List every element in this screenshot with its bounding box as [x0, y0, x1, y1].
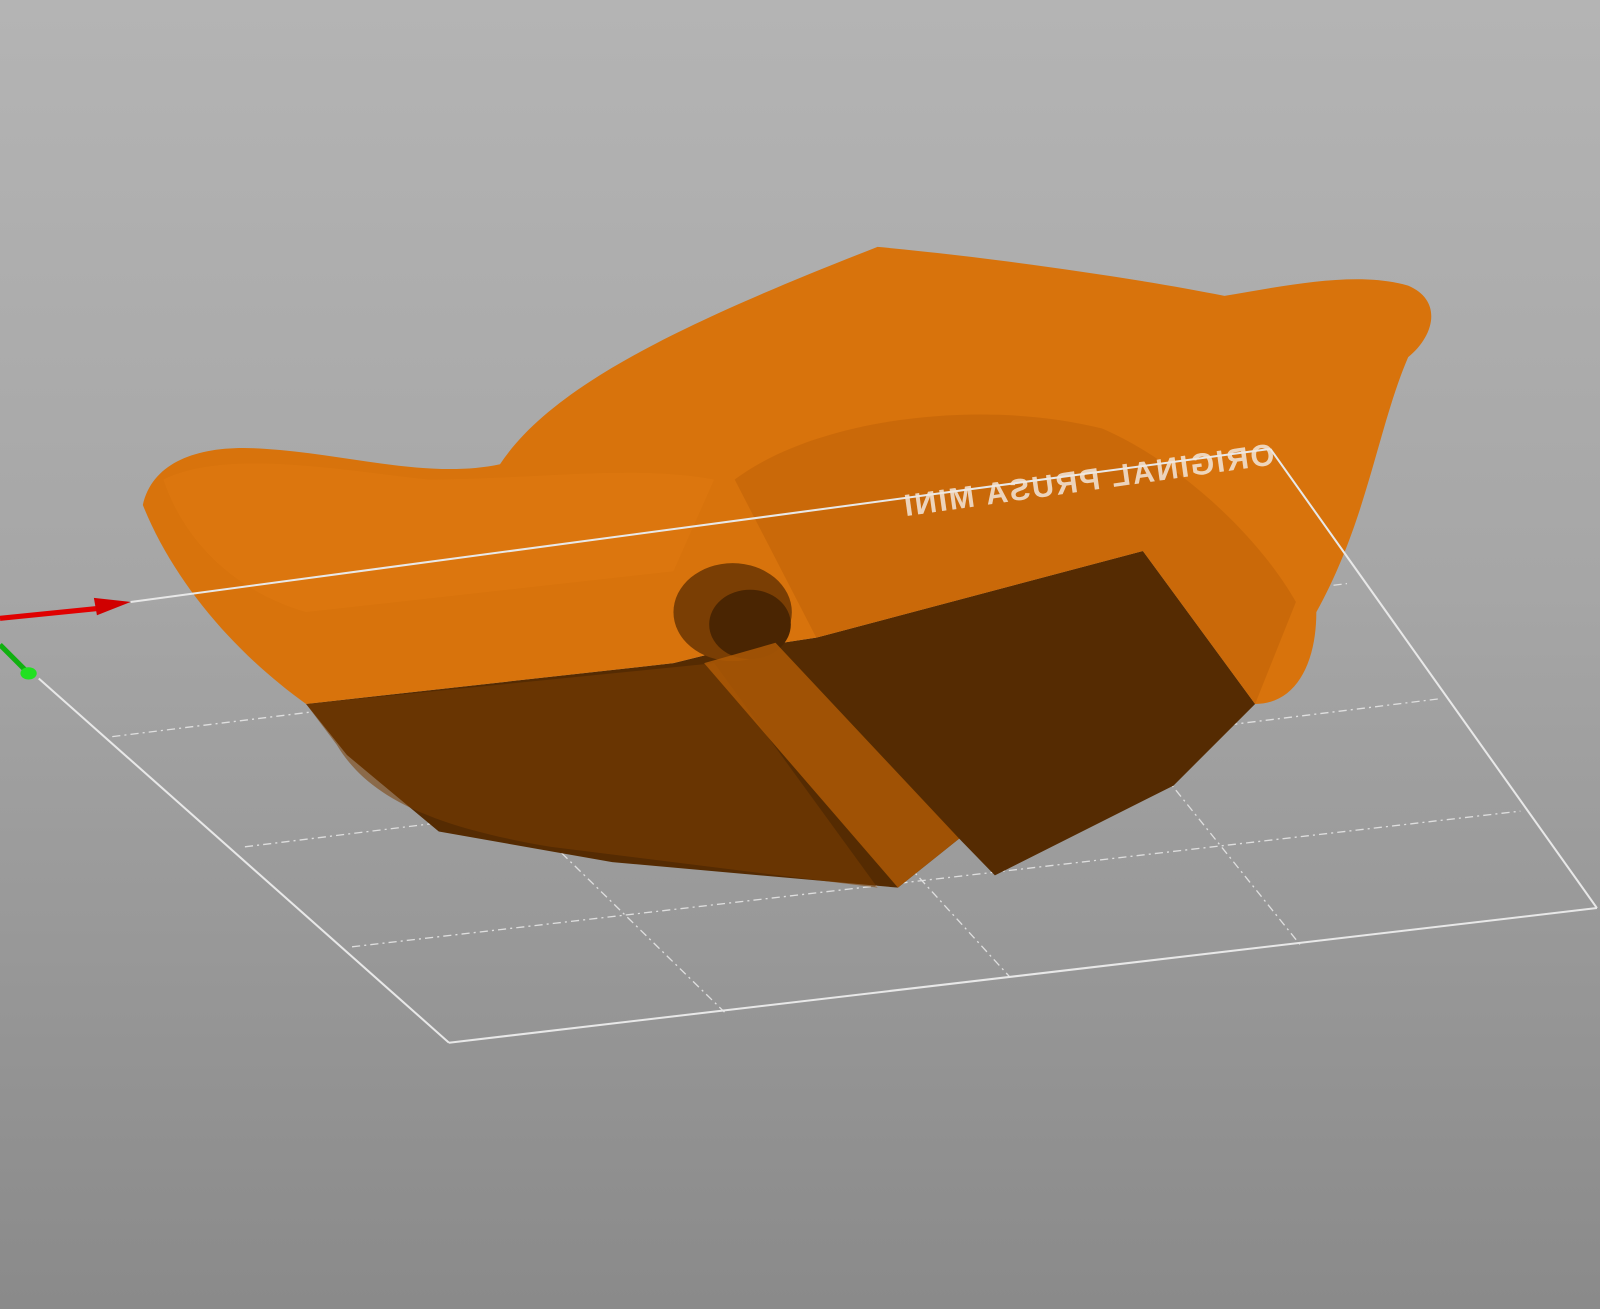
3d-viewport[interactable]: ORIGINAL PRUSA MINI — [0, 0, 1600, 1309]
axis-x — [0, 597, 131, 621]
axis-y-arrow-icon — [20, 667, 37, 680]
axis-x-arrow-icon — [93, 597, 131, 616]
scene[interactable]: ORIGINAL PRUSA MINI — [0, 0, 1600, 1309]
axis-y — [0, 643, 37, 680]
